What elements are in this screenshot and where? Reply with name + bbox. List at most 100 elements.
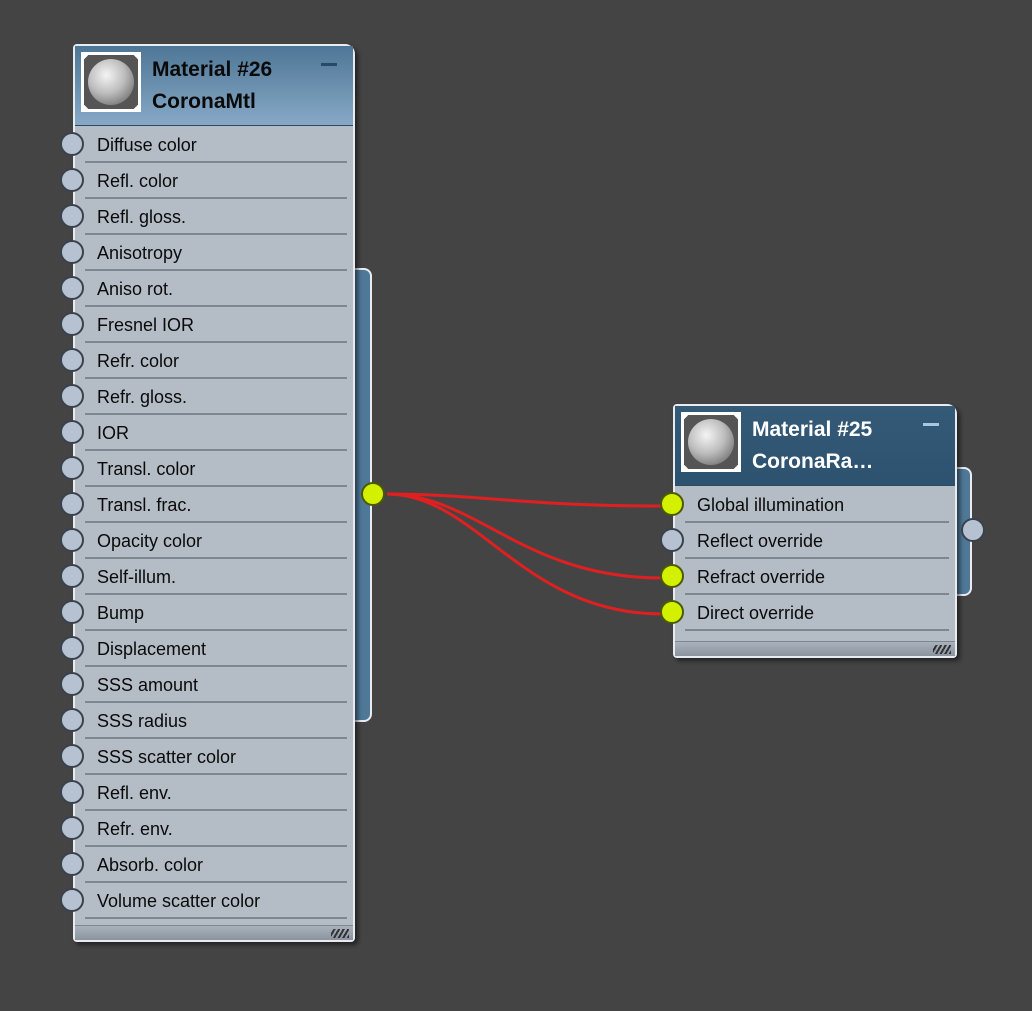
input-slot-label: IOR [97,423,130,443]
input-slot[interactable]: Bump [60,595,353,631]
input-slot-label: Refr. gloss. [97,387,188,407]
input-slot-label: Fresnel IOR [97,315,195,335]
input-slot-label: Bump [97,603,145,623]
input-slot[interactable]: Direct override [660,595,955,631]
input-socket[interactable] [60,348,84,372]
input-socket[interactable] [60,744,84,768]
input-socket[interactable] [60,276,84,300]
input-slot[interactable]: Refr. gloss. [60,379,353,415]
node-name: Material #26 [152,58,273,81]
input-slot[interactable]: IOR [60,415,353,451]
input-socket[interactable] [60,780,84,804]
input-slot[interactable]: Refr. env. [60,811,353,847]
input-slot-label: Refl. color [97,171,179,191]
node-header[interactable]: Material #26 CoronaMtl [75,46,353,126]
node-footer [75,925,353,940]
input-slot-label: Transl. frac. [97,495,192,515]
input-socket[interactable] [60,492,84,516]
input-slot-label: SSS scatter color [97,747,237,767]
input-slot[interactable]: Refl. color [60,163,353,199]
input-slot[interactable]: Refract override [660,559,955,595]
input-socket[interactable] [60,384,84,408]
input-slot[interactable]: SSS radius [60,703,353,739]
input-slot-label: Opacity color [97,531,203,551]
input-slot-label: Refl. gloss. [97,207,187,227]
input-socket[interactable] [60,852,84,876]
input-slot[interactable]: Global illumination [660,487,955,523]
input-slot[interactable]: Reflect override [660,523,955,559]
input-slot-label: Anisotropy [97,243,183,263]
input-slot-label: Reflect override [697,531,824,551]
input-socket[interactable] [60,600,84,624]
input-slot[interactable]: Fresnel IOR [60,307,353,343]
node-header[interactable]: Material #25 CoronaRa… [675,406,955,486]
input-slot-label: Refr. color [97,351,180,371]
input-socket[interactable] [60,708,84,732]
node-name: Material #25 [752,418,873,441]
input-socket[interactable] [60,168,84,192]
input-slot[interactable]: Transl. frac. [60,487,353,523]
resize-grip-icon[interactable] [331,929,349,938]
input-slot[interactable]: Self-illum. [60,559,353,595]
input-slot[interactable]: SSS scatter color [60,739,353,775]
input-slot-label: Refl. env. [97,783,172,803]
input-slot-label: Diffuse color [97,135,197,155]
material-preview-thumbnail [681,412,741,472]
output-socket-material-26[interactable] [361,482,385,506]
input-socket[interactable] [60,240,84,264]
resize-grip-icon[interactable] [933,645,951,654]
input-slot-label: Refract override [697,567,826,587]
input-slot[interactable]: SSS amount [60,667,353,703]
input-slot[interactable]: Displacement [60,631,353,667]
divider [85,917,347,919]
input-slot-label: Volume scatter color [97,891,261,911]
input-slot-label: Transl. color [97,459,196,479]
input-socket[interactable] [660,528,684,552]
minimize-icon[interactable] [321,63,337,66]
input-socket[interactable] [60,528,84,552]
input-socket[interactable] [60,816,84,840]
input-slot[interactable]: Aniso rot. [60,271,353,307]
material-preview-thumbnail [81,52,141,112]
input-socket[interactable] [660,600,684,624]
connection-wire[interactable] [386,492,663,616]
input-socket[interactable] [60,564,84,588]
input-socket[interactable] [60,888,84,912]
input-slot-label: SSS amount [97,675,199,695]
input-socket[interactable] [60,636,84,660]
input-slot-label: Direct override [697,603,815,623]
input-socket[interactable] [660,564,684,588]
input-slot-label: Global illumination [697,495,845,515]
input-slot-label: Displacement [97,639,207,659]
input-slot[interactable]: Refl. env. [60,775,353,811]
input-socket[interactable] [60,420,84,444]
input-slot[interactable]: Volume scatter color [60,883,353,919]
input-socket[interactable] [60,312,84,336]
input-socket[interactable] [60,456,84,480]
input-slot-list: Global illumination Reflect override Refra… [660,487,955,631]
input-slot-label: SSS radius [97,711,188,731]
input-slot[interactable]: Refr. color [60,343,353,379]
input-slot[interactable]: Absorb. color [60,847,353,883]
minimize-icon[interactable] [923,423,939,426]
input-slot[interactable]: Opacity color [60,523,353,559]
input-slot-label: Absorb. color [97,855,204,875]
node-footer [675,641,955,656]
input-slot[interactable]: Refl. gloss. [60,199,353,235]
node-material-25[interactable]: Material #25 CoronaRa… Global illuminati… [660,404,957,658]
input-slot[interactable]: Anisotropy [60,235,353,271]
input-slot-label: Refr. env. [97,819,173,839]
node-material-26[interactable]: Material #26 CoronaMtl Diffuse color Refl… [60,44,355,942]
input-slot[interactable]: Diffuse color [60,127,353,163]
node-type: CoronaRa… [752,450,874,473]
input-socket[interactable] [60,204,84,228]
input-slot-label: Aniso rot. [97,279,174,299]
input-socket[interactable] [660,492,684,516]
output-socket-material-25[interactable] [961,518,985,542]
input-socket[interactable] [60,672,84,696]
node-type: CoronaMtl [152,90,256,113]
input-slot-label: Self-illum. [97,567,177,587]
divider [685,629,949,631]
input-slot[interactable]: Transl. color [60,451,353,487]
input-socket[interactable] [60,132,84,156]
